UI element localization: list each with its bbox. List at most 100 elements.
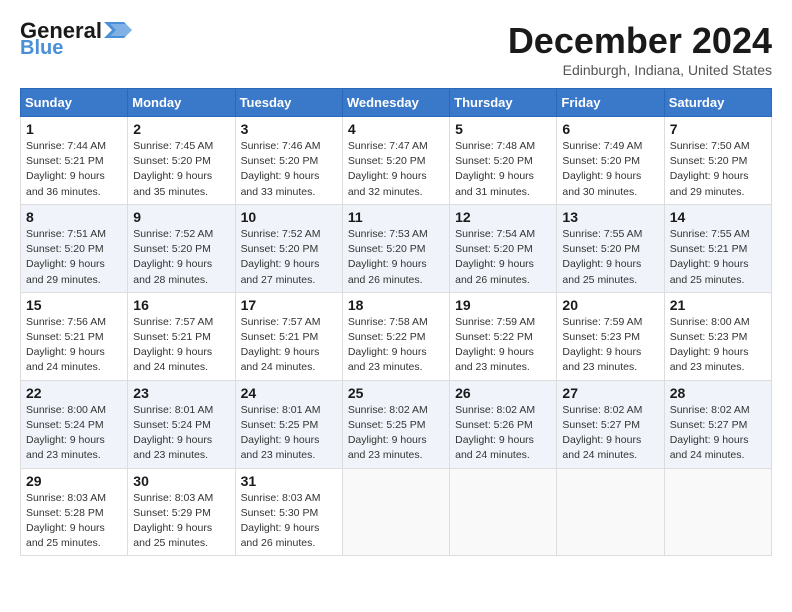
- week-row-5: 29Sunrise: 8:03 AMSunset: 5:28 PMDayligh…: [21, 468, 772, 556]
- location-title: Edinburgh, Indiana, United States: [508, 62, 772, 78]
- day-detail: Sunrise: 8:01 AMSunset: 5:25 PMDaylight:…: [241, 403, 337, 464]
- calendar-cell: [557, 468, 664, 556]
- day-detail: Sunrise: 7:56 AMSunset: 5:21 PMDaylight:…: [26, 315, 122, 376]
- day-number: 12: [455, 209, 551, 225]
- calendar-table: SundayMondayTuesdayWednesdayThursdayFrid…: [20, 88, 772, 556]
- day-number: 2: [133, 121, 229, 137]
- calendar-cell: [342, 468, 449, 556]
- calendar-cell: 3Sunrise: 7:46 AMSunset: 5:20 PMDaylight…: [235, 117, 342, 205]
- calendar-cell: 21 Sunrise: 8:00 AMSunset: 5:23 PMDayligh…: [664, 292, 771, 380]
- calendar-cell: 22 Sunrise: 8:00 AMSunset: 5:24 PMDayligh…: [21, 380, 128, 468]
- logo-blue: Blue: [20, 38, 63, 58]
- week-row-1: 1 Sunrise: 7:44 AMSunset: 5:21 PMDaylight…: [21, 117, 772, 205]
- logo: General Blue: [20, 20, 132, 58]
- day-detail: Sunrise: 8:00 AMSunset: 5:24 PMDaylight:…: [26, 403, 122, 464]
- calendar-cell: 7 Sunrise: 7:50 AMSunset: 5:20 PMDaylight…: [664, 117, 771, 205]
- day-number: 8: [26, 209, 122, 225]
- calendar-cell: 13 Sunrise: 7:55 AMSunset: 5:20 PMDayligh…: [557, 204, 664, 292]
- day-detail: Sunrise: 7:45 AMSunset: 5:20 PMDaylight:…: [133, 139, 229, 200]
- day-number: 20: [562, 297, 658, 313]
- calendar-cell: 24 Sunrise: 8:01 AMSunset: 5:25 PMDayligh…: [235, 380, 342, 468]
- day-detail: Sunrise: 7:52 AMSunset: 5:20 PMDaylight:…: [133, 227, 229, 288]
- day-number: 25: [348, 385, 444, 401]
- calendar-cell: 25 Sunrise: 8:02 AMSunset: 5:25 PMDayligh…: [342, 380, 449, 468]
- calendar-cell: 5Sunrise: 7:48 AMSunset: 5:20 PMDaylight…: [450, 117, 557, 205]
- day-number: 14: [670, 209, 766, 225]
- day-number: 11: [348, 209, 444, 225]
- day-detail: Sunrise: 7:51 AMSunset: 5:20 PMDaylight:…: [26, 227, 122, 288]
- calendar-cell: [664, 468, 771, 556]
- calendar-cell: 8 Sunrise: 7:51 AMSunset: 5:20 PMDaylight…: [21, 204, 128, 292]
- calendar-cell: 6Sunrise: 7:49 AMSunset: 5:20 PMDaylight…: [557, 117, 664, 205]
- day-detail: Sunrise: 8:02 AMSunset: 5:27 PMDaylight:…: [562, 403, 658, 464]
- day-detail: Sunrise: 8:03 AMSunset: 5:28 PMDaylight:…: [26, 491, 122, 552]
- day-detail: Sunrise: 7:57 AMSunset: 5:21 PMDaylight:…: [241, 315, 337, 376]
- day-number: 10: [241, 209, 337, 225]
- day-detail: Sunrise: 7:48 AMSunset: 5:20 PMDaylight:…: [455, 139, 551, 200]
- calendar-cell: 26 Sunrise: 8:02 AMSunset: 5:26 PMDayligh…: [450, 380, 557, 468]
- day-detail: Sunrise: 8:03 AMSunset: 5:30 PMDaylight:…: [241, 491, 337, 552]
- calendar-cell: 10Sunrise: 7:52 AMSunset: 5:20 PMDayligh…: [235, 204, 342, 292]
- day-detail: Sunrise: 7:53 AMSunset: 5:20 PMDaylight:…: [348, 227, 444, 288]
- calendar-cell: 16 Sunrise: 7:57 AMSunset: 5:21 PMDayligh…: [128, 292, 235, 380]
- day-number: 7: [670, 121, 766, 137]
- day-number: 30: [133, 473, 229, 489]
- day-number: 22: [26, 385, 122, 401]
- calendar-cell: 11 Sunrise: 7:53 AMSunset: 5:20 PMDayligh…: [342, 204, 449, 292]
- day-number: 21: [670, 297, 766, 313]
- day-number: 9: [133, 209, 229, 225]
- page-header: General Blue December 2024 Edinburgh, In…: [20, 20, 772, 78]
- day-number: 28: [670, 385, 766, 401]
- day-number: 24: [241, 385, 337, 401]
- day-detail: Sunrise: 8:02 AMSunset: 5:25 PMDaylight:…: [348, 403, 444, 464]
- weekday-friday: Friday: [557, 89, 664, 117]
- day-detail: Sunrise: 7:54 AMSunset: 5:20 PMDaylight:…: [455, 227, 551, 288]
- calendar-cell: 18 Sunrise: 7:58 AMSunset: 5:22 PMDayligh…: [342, 292, 449, 380]
- day-detail: Sunrise: 7:59 AMSunset: 5:22 PMDaylight:…: [455, 315, 551, 376]
- week-row-2: 8 Sunrise: 7:51 AMSunset: 5:20 PMDaylight…: [21, 204, 772, 292]
- day-detail: Sunrise: 7:55 AMSunset: 5:20 PMDaylight:…: [562, 227, 658, 288]
- calendar-cell: 29Sunrise: 8:03 AMSunset: 5:28 PMDayligh…: [21, 468, 128, 556]
- month-title: December 2024: [508, 20, 772, 62]
- day-number: 27: [562, 385, 658, 401]
- day-detail: Sunrise: 8:00 AMSunset: 5:23 PMDaylight:…: [670, 315, 766, 376]
- calendar-cell: 28 Sunrise: 8:02 AMSunset: 5:27 PMDayligh…: [664, 380, 771, 468]
- weekday-tuesday: Tuesday: [235, 89, 342, 117]
- weekday-wednesday: Wednesday: [342, 89, 449, 117]
- calendar-cell: 2 Sunrise: 7:45 AMSunset: 5:20 PMDaylight…: [128, 117, 235, 205]
- day-number: 26: [455, 385, 551, 401]
- day-detail: Sunrise: 7:46 AMSunset: 5:20 PMDaylight:…: [241, 139, 337, 200]
- day-number: 23: [133, 385, 229, 401]
- calendar-cell: 31Sunrise: 8:03 AMSunset: 5:30 PMDayligh…: [235, 468, 342, 556]
- day-number: 15: [26, 297, 122, 313]
- calendar-cell: 27 Sunrise: 8:02 AMSunset: 5:27 PMDayligh…: [557, 380, 664, 468]
- day-detail: Sunrise: 7:49 AMSunset: 5:20 PMDaylight:…: [562, 139, 658, 200]
- day-detail: Sunrise: 8:03 AMSunset: 5:29 PMDaylight:…: [133, 491, 229, 552]
- day-detail: Sunrise: 8:02 AMSunset: 5:26 PMDaylight:…: [455, 403, 551, 464]
- calendar-cell: 1 Sunrise: 7:44 AMSunset: 5:21 PMDaylight…: [21, 117, 128, 205]
- weekday-header-row: SundayMondayTuesdayWednesdayThursdayFrid…: [21, 89, 772, 117]
- calendar-cell: 15 Sunrise: 7:56 AMSunset: 5:21 PMDayligh…: [21, 292, 128, 380]
- day-detail: Sunrise: 7:55 AMSunset: 5:21 PMDaylight:…: [670, 227, 766, 288]
- calendar-cell: 30 Sunrise: 8:03 AMSunset: 5:29 PMDayligh…: [128, 468, 235, 556]
- weekday-monday: Monday: [128, 89, 235, 117]
- day-number: 19: [455, 297, 551, 313]
- calendar-cell: 19 Sunrise: 7:59 AMSunset: 5:22 PMDayligh…: [450, 292, 557, 380]
- day-number: 18: [348, 297, 444, 313]
- day-detail: Sunrise: 7:58 AMSunset: 5:22 PMDaylight:…: [348, 315, 444, 376]
- day-number: 1: [26, 121, 122, 137]
- day-detail: Sunrise: 8:02 AMSunset: 5:27 PMDaylight:…: [670, 403, 766, 464]
- day-detail: Sunrise: 7:57 AMSunset: 5:21 PMDaylight:…: [133, 315, 229, 376]
- day-detail: Sunrise: 7:50 AMSunset: 5:20 PMDaylight:…: [670, 139, 766, 200]
- weekday-thursday: Thursday: [450, 89, 557, 117]
- weekday-saturday: Saturday: [664, 89, 771, 117]
- calendar-cell: 4Sunrise: 7:47 AMSunset: 5:20 PMDaylight…: [342, 117, 449, 205]
- weekday-sunday: Sunday: [21, 89, 128, 117]
- day-detail: Sunrise: 7:44 AMSunset: 5:21 PMDaylight:…: [26, 139, 122, 200]
- calendar-cell: 20Sunrise: 7:59 AMSunset: 5:23 PMDayligh…: [557, 292, 664, 380]
- day-number: 16: [133, 297, 229, 313]
- week-row-3: 15 Sunrise: 7:56 AMSunset: 5:21 PMDayligh…: [21, 292, 772, 380]
- title-area: December 2024 Edinburgh, Indiana, United…: [508, 20, 772, 78]
- day-number: 13: [562, 209, 658, 225]
- day-number: 4: [348, 121, 444, 137]
